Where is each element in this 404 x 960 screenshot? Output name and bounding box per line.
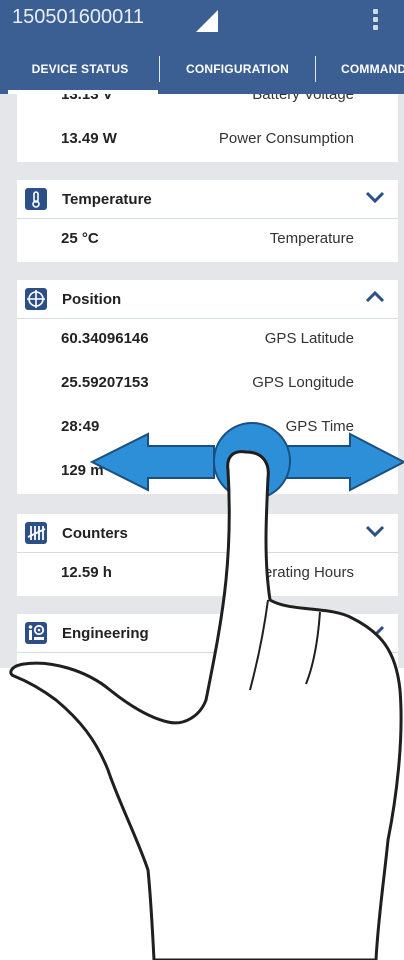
engineering-card-header[interactable]: Engineering [17, 614, 398, 653]
gps-altitude-value: 129 m [61, 462, 104, 479]
tab-configuration[interactable]: CONFIGURATION [160, 44, 315, 94]
power-consumption-label: Power Consumption [218, 130, 354, 147]
operating-hours-value: 12.59 h [61, 564, 112, 581]
card-title: Engineering [62, 625, 149, 642]
card-title: Temperature [62, 191, 152, 208]
operating-hours-label: Operating Hours [243, 564, 354, 581]
temperature-label: Temperature [269, 230, 354, 247]
chevron-up-icon[interactable] [365, 290, 385, 304]
battery-voltage-label: Battery Voltage [252, 94, 354, 103]
counters-card: Counters 12.59 h Operating Hours [17, 514, 398, 596]
thermometer-icon [25, 188, 47, 210]
chevron-down-icon[interactable] [365, 190, 385, 204]
data-row: 13.13 V Battery Voltage [17, 94, 398, 118]
counters-card-header[interactable]: Counters [17, 514, 398, 553]
data-row: 12.59 h Operating Hours [17, 552, 398, 596]
tab-commands[interactable]: COMMANDS [315, 44, 404, 94]
position-card-header[interactable]: Position [17, 280, 398, 319]
tab-device-status[interactable]: DEVICE STATUS [0, 44, 160, 94]
gps-time-value: 28:49 [61, 418, 100, 435]
card-title: Position [62, 291, 122, 308]
tally-icon [25, 522, 47, 544]
gps-latitude-label: GPS Latitude [264, 330, 354, 347]
power-consumption-value: 13.49 W [61, 130, 117, 147]
data-row: 60.34096146 GPS Latitude [17, 318, 398, 362]
chevron-down-icon[interactable] [365, 624, 385, 638]
device-id: 150501600011 [12, 6, 144, 28]
gps-longitude-value: 25.59207153 [61, 374, 149, 391]
data-row: 129 m GPS Altitude [17, 450, 398, 494]
data-row: 28:49 GPS Time [17, 406, 398, 450]
chevron-down-icon[interactable] [365, 524, 385, 538]
engineering-icon [25, 622, 47, 644]
position-card: Position 60.34096146 GPS Latitude 25.592… [17, 280, 398, 494]
tab-bar: DEVICE STATUS CONFIGURATION COMMANDS [0, 44, 404, 94]
data-row: 13.49 W Power Consumption [17, 118, 398, 162]
engineering-card: Engineering [17, 614, 398, 668]
gps-time-label: GPS Time [285, 418, 354, 435]
temperature-card: Temperature 25 °C Temperature [17, 180, 398, 262]
power-card: 13.13 V Battery Voltage 13.49 W Power Co… [17, 94, 398, 162]
gps-longitude-label: GPS Longitude [252, 374, 354, 391]
card-title: Counters [62, 525, 128, 542]
device-status-content[interactable]: 13.13 V Battery Voltage 13.49 W Power Co… [0, 94, 404, 668]
temperature-value: 25 °C [61, 230, 99, 247]
gps-altitude-label: GPS Altitude [268, 462, 354, 479]
data-row: 25.59207153 GPS Longitude [17, 362, 398, 406]
signal-icon [196, 10, 218, 32]
overflow-menu-icon[interactable] [370, 6, 380, 38]
data-row: 25 °C Temperature [17, 218, 398, 262]
battery-voltage-value: 13.13 V [61, 94, 113, 103]
crosshair-icon [25, 288, 47, 310]
gps-latitude-value: 60.34096146 [61, 330, 149, 347]
top-bar: 150501600011 [0, 0, 404, 44]
temperature-card-header[interactable]: Temperature [17, 180, 398, 219]
